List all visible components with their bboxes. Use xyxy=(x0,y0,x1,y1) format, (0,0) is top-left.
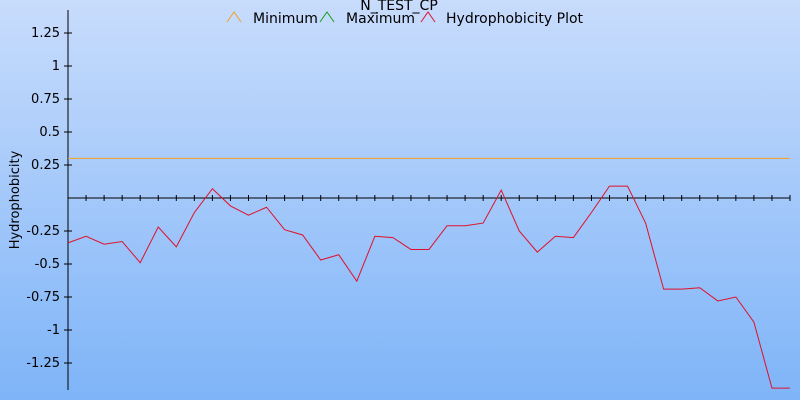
legend-label-maximum: Maximum xyxy=(346,11,415,27)
y-tick-label: 0.5 xyxy=(39,125,60,140)
y-tick-label: -1.25 xyxy=(26,356,60,371)
y-tick-label: -1 xyxy=(47,323,60,338)
y-tick-label: -0.5 xyxy=(35,257,60,272)
chart-background xyxy=(0,0,800,400)
legend: Minimum Maximum Hydrophobicity Plot xyxy=(226,11,584,27)
y-tick-label: 0.25 xyxy=(31,158,60,173)
y-tick-label: -0.75 xyxy=(26,290,60,305)
hydrophobicity-chart: N_TEST_CP Minimum Maximum Hydrophobicity… xyxy=(0,0,800,400)
x-ticks xyxy=(67,195,791,201)
y-tick-label: 0.75 xyxy=(31,92,60,107)
legend-label-hydrophobicity-plot: Hydrophobicity Plot xyxy=(446,11,584,27)
y-tick-label: 1.25 xyxy=(31,26,60,41)
y-tick-label: 1 xyxy=(52,59,60,74)
legend-item-hydrophobicity-plot: Hydrophobicity Plot xyxy=(420,11,584,27)
y-tick-label: -0.25 xyxy=(26,224,60,239)
y-axis-label: Hydrophobicity xyxy=(8,150,23,249)
legend-label-minimum: Minimum xyxy=(253,11,318,27)
